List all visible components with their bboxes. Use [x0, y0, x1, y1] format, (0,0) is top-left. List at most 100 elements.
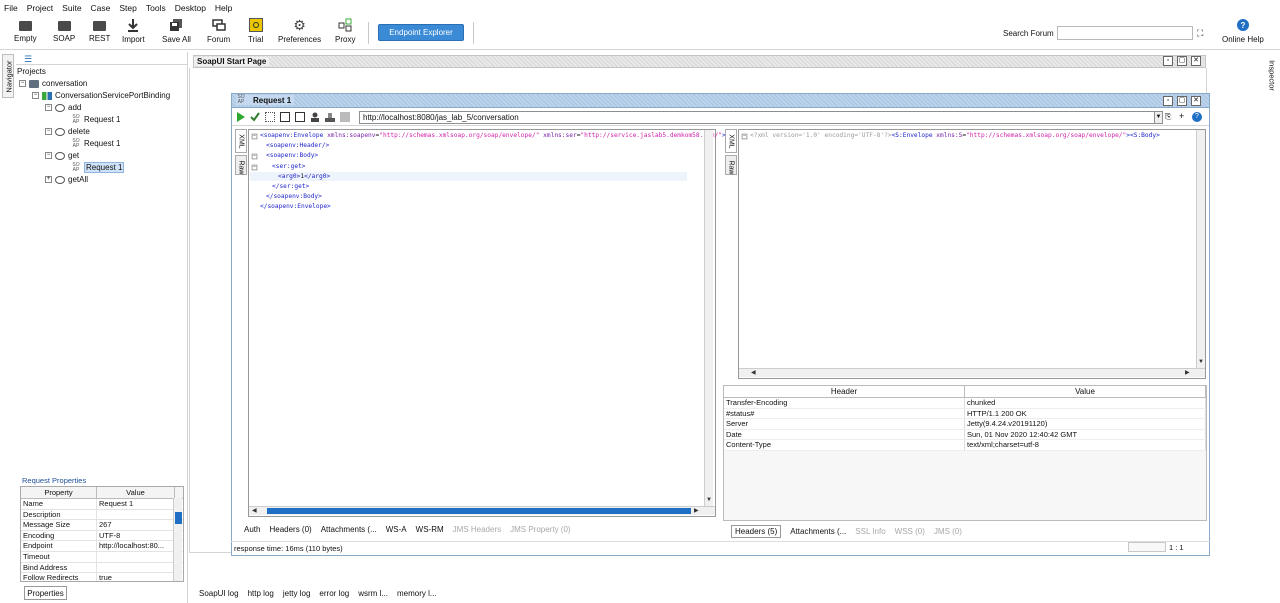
log-tab[interactable]: memory l... [397, 589, 437, 598]
add-icon[interactable]: + [1179, 112, 1189, 122]
user-icon[interactable] [310, 112, 320, 122]
response-vertical-scrollbar[interactable]: ▼ [1196, 130, 1205, 368]
table-row[interactable]: Content-Type text/xml;charset=utf-8 [724, 440, 1206, 451]
column-header[interactable]: Value [965, 386, 1206, 397]
table-row[interactable]: Encoding UTF-8 [21, 530, 183, 542]
tree-project[interactable]: − conversation [19, 78, 87, 89]
response-tab[interactable]: Headers (5) [731, 525, 782, 538]
validate-icon[interactable] [250, 112, 260, 122]
new-window-icon[interactable] [295, 112, 305, 122]
close-icon[interactable]: ✕ [1191, 96, 1201, 106]
tree-operation-add[interactable]: − add [45, 102, 81, 113]
tree-binding[interactable]: − ConversationServicePortBinding [32, 90, 170, 101]
soap-project-button[interactable]: SOAP [53, 18, 75, 43]
request-tab[interactable]: WS-RM [416, 525, 444, 534]
fold-marker-icon[interactable]: − [251, 154, 258, 160]
table-row[interactable]: Date Sun, 01 Nov 2020 12:40:42 GMT [724, 429, 1206, 441]
table-row[interactable]: Name Request 1 [21, 499, 183, 510]
tree-operation-get[interactable]: − get [45, 150, 79, 161]
collapse-icon[interactable]: − [45, 104, 52, 111]
properties-tab[interactable]: Properties [24, 586, 67, 600]
response-horizontal-scrollbar[interactable]: ◀ ▶ [739, 368, 1205, 377]
request-horizontal-scrollbar[interactable]: ◀ ▶ [249, 506, 715, 515]
settings-icon[interactable] [325, 112, 335, 122]
format-icon[interactable] [280, 112, 290, 122]
menu-item-project[interactable]: Project [27, 3, 53, 13]
table-row[interactable]: Follow Redirects true [21, 573, 183, 581]
edit-endpoint-icon[interactable]: ⎘ [1165, 112, 1175, 122]
request-tab[interactable]: Headers (0) [269, 525, 311, 534]
column-header[interactable]: Property [21, 487, 97, 498]
scroll-thumb[interactable] [267, 508, 691, 514]
log-tab[interactable]: wsrm l... [358, 589, 388, 598]
proxy-button[interactable]: Proxy [335, 18, 355, 44]
tree-operation-getall[interactable]: + getAll [45, 174, 88, 185]
log-tab[interactable]: SoapUI log [199, 589, 239, 598]
collapse-icon[interactable]: − [32, 92, 39, 99]
table-row[interactable]: #status# HTTP/1.1 200 OK [724, 408, 1206, 420]
scroll-thumb[interactable] [175, 512, 182, 524]
tree-request[interactable]: SO AP Request 1 [71, 114, 120, 125]
response-xml-editor[interactable]: <?xml version='1.0' encoding='UTF-8'?><S… [738, 129, 1206, 379]
save-all-button[interactable]: Save All [162, 18, 191, 44]
log-tab[interactable]: jetty log [283, 589, 311, 598]
navigator-tab[interactable]: Navigator [2, 54, 14, 98]
endpoint-explorer-button[interactable]: Endpoint Explorer [378, 24, 464, 41]
empty-project-button[interactable]: Empty [14, 18, 37, 43]
create-testcase-icon[interactable] [265, 112, 275, 122]
menu-item-tools[interactable]: Tools [146, 3, 166, 13]
search-forum-input[interactable] [1057, 26, 1193, 40]
table-row[interactable]: Timeout [21, 551, 183, 563]
raw-tab[interactable]: Raw [725, 155, 737, 175]
run-icon[interactable] [236, 112, 246, 122]
endpoint-url-field[interactable]: http://localhost:8080/jas_lab_5/conversa… [359, 111, 1162, 124]
collapse-icon[interactable]: − [45, 128, 52, 135]
menu-item-file[interactable]: File [4, 3, 18, 13]
menu-item-case[interactable]: Case [91, 3, 111, 13]
restore-icon[interactable]: ▫ [1163, 56, 1173, 66]
binoculars-icon[interactable]: ⛶ [1197, 28, 1203, 39]
scroll-right-arrow[interactable]: ▶ [694, 507, 699, 514]
scroll-down-arrow[interactable]: ▼ [706, 497, 712, 503]
scroll-left-arrow[interactable]: ◀ [751, 369, 756, 376]
column-header[interactable]: Value [97, 487, 175, 498]
menu-item-step[interactable]: Step [119, 3, 137, 13]
forum-button[interactable]: Forum [207, 18, 230, 44]
expand-icon[interactable]: + [45, 176, 52, 183]
log-tab[interactable]: http log [248, 589, 274, 598]
menu-item-help[interactable]: Help [215, 3, 232, 13]
close-icon[interactable]: ✕ [1191, 56, 1201, 66]
online-help-button[interactable]: ? Online Help [1222, 19, 1264, 44]
tree-operation-delete[interactable]: − delete [45, 126, 90, 137]
menu-item-suite[interactable]: Suite [62, 3, 81, 13]
restore-icon[interactable]: ▫ [1163, 96, 1173, 106]
tree-request[interactable]: SO AP Request 1 [71, 138, 120, 149]
maximize-icon[interactable]: ▢ [1177, 96, 1187, 106]
collapse-icon[interactable]: − [19, 80, 26, 87]
scroll-down-arrow[interactable]: ▼ [1198, 359, 1204, 365]
inspector-tab[interactable]: Inspector [1266, 54, 1278, 98]
tree-root-projects[interactable]: Projects [17, 66, 46, 77]
import-button[interactable]: Import [122, 18, 145, 44]
response-tab[interactable]: Attachments (... [790, 527, 846, 536]
xml-tab[interactable]: XML [235, 129, 247, 153]
properties-scrollbar[interactable] [173, 498, 182, 581]
scroll-left-arrow[interactable]: ◀ [252, 507, 257, 514]
table-row[interactable]: Server Jetty(9.4.24.v20191120) [724, 419, 1206, 430]
stop-icon[interactable] [340, 112, 350, 122]
request-tab[interactable]: WS-A [386, 525, 407, 534]
table-row[interactable]: Transfer-Encoding chunked [724, 398, 1206, 409]
maximize-icon[interactable]: ▢ [1177, 56, 1187, 66]
collapse-icon[interactable]: − [45, 152, 52, 159]
request-vertical-scrollbar[interactable]: ▼ [704, 130, 713, 506]
column-header[interactable]: Header [724, 386, 965, 397]
chevron-down-icon[interactable]: ▼ [1154, 111, 1163, 124]
menu-item-desktop[interactable]: Desktop [175, 3, 206, 13]
table-row[interactable]: Endpoint http://localhost:80... [21, 541, 183, 552]
request-tab[interactable]: Auth [244, 525, 260, 534]
table-row[interactable]: Description [21, 509, 183, 521]
fold-marker-icon[interactable]: − [251, 133, 258, 140]
table-row[interactable]: Message Size 267 [21, 520, 183, 531]
scroll-right-arrow[interactable]: ▶ [1185, 369, 1190, 376]
raw-tab[interactable]: Raw [235, 155, 247, 175]
